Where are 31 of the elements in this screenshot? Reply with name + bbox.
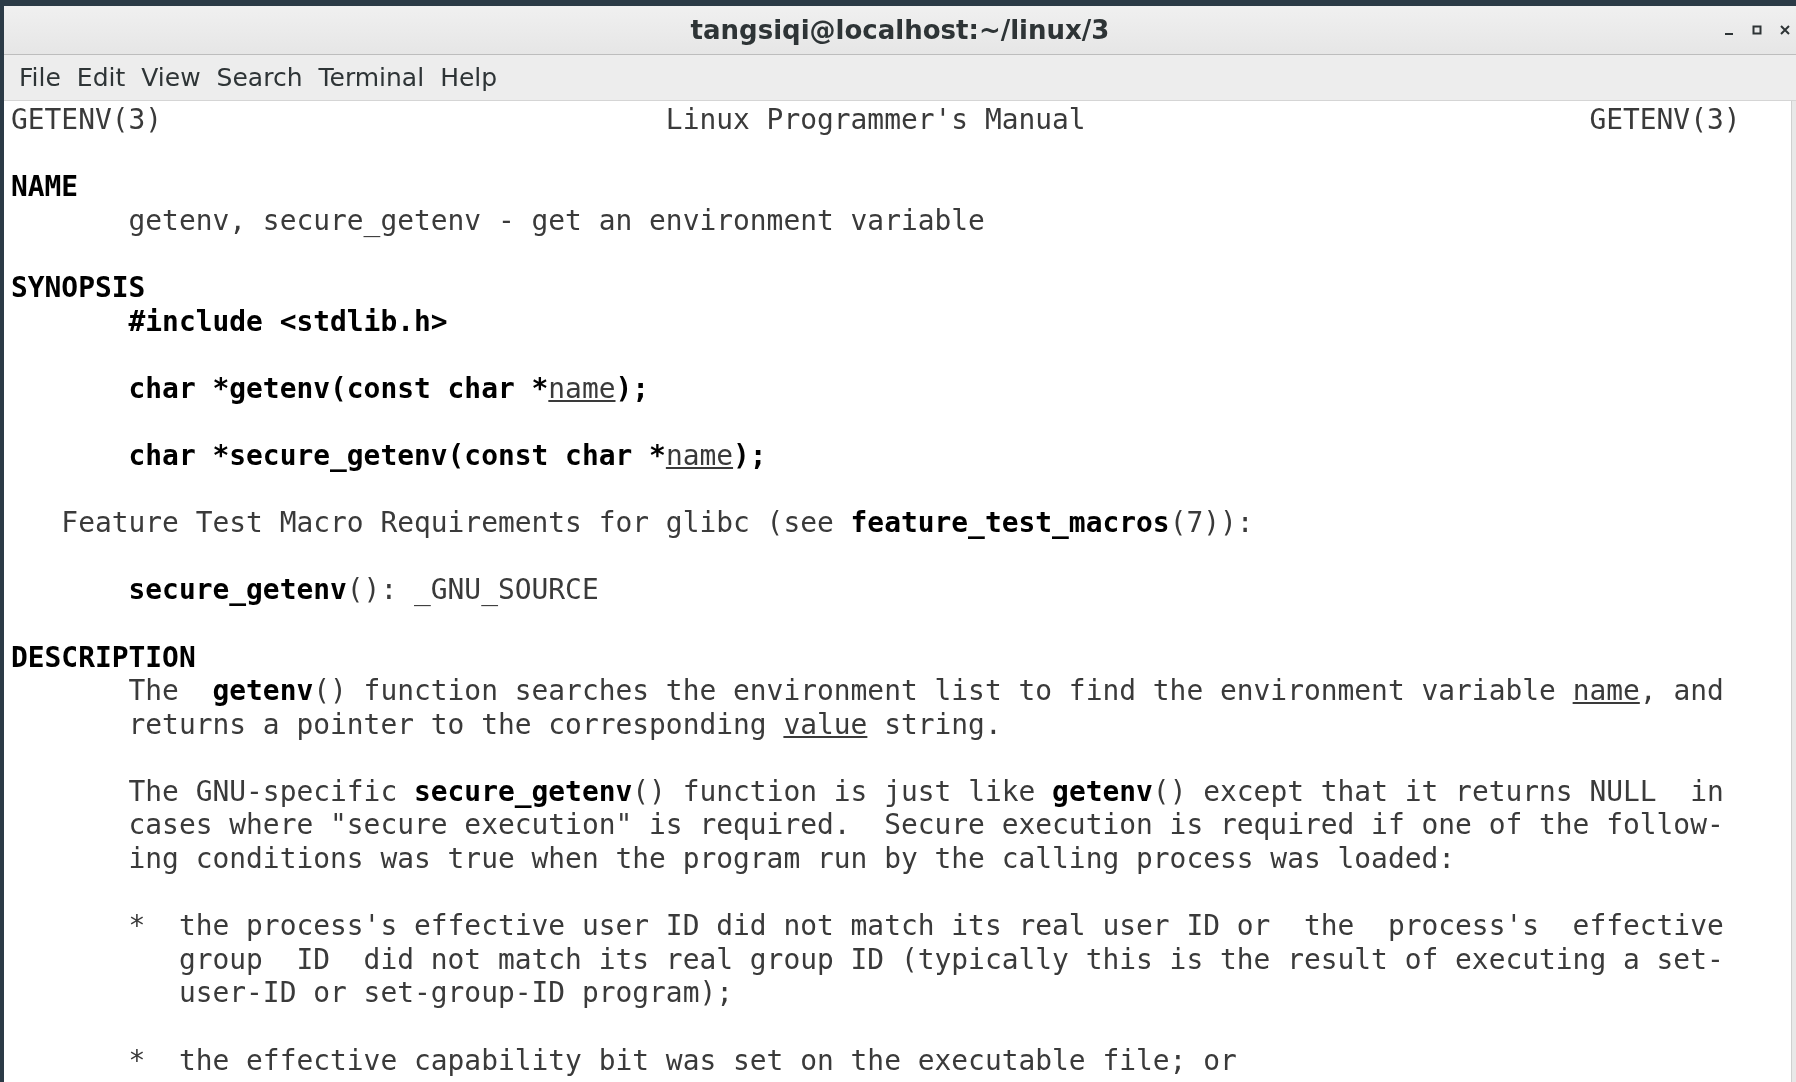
man-page-text: * the process's effective user ID did not match its real user ID or the process's effective — [128, 909, 1724, 943]
menu-item[interactable]: Terminal — [311, 59, 432, 96]
man-page-text: char *secure_getenv(const char *name); — [128, 438, 767, 472]
menu-item[interactable]: File — [12, 59, 68, 96]
man-page-text: cases where "secure execution" is required. Secure execution is required if one of the follow- — [128, 808, 1724, 842]
man-page-text: getenv, secure_getenv - get an environment variable — [128, 203, 985, 237]
man-page-text: The getenv() function searches the environment list to find the environment variable name, and — [128, 674, 1724, 708]
man-page-text: secure_getenv(): _GNU_SOURCE — [128, 573, 599, 607]
section-heading: SYNOPSIS — [11, 270, 146, 304]
close-icon[interactable] — [1780, 25, 1790, 35]
man-page-text: #include <stdlib.h> — [128, 304, 448, 338]
man-page-text: user-ID or set-group-ID program); — [178, 976, 734, 1010]
man-page-text: * the effective capability bit was set on the executable file; or — [128, 1043, 1237, 1077]
menu-item[interactable]: View — [134, 59, 208, 96]
man-page-header: GETENV(3) — [11, 103, 163, 137]
man-page-text: The GNU-specific secure_getenv() function is just like getenv() except that it returns NULL in — [128, 774, 1724, 808]
menu-item[interactable]: Help — [433, 59, 505, 96]
maximize-icon[interactable] — [1752, 25, 1762, 35]
menu-item[interactable]: Edit — [69, 59, 133, 96]
man-page-text: ing conditions was true when the program run by the calling process was loaded: — [128, 842, 1456, 876]
section-heading: NAME — [11, 170, 79, 204]
scrollbar[interactable] — [1791, 101, 1796, 1082]
man-page-text: char *getenv(const char *name); — [128, 371, 650, 405]
man-page-header: Linux Programmer's Manual — [665, 103, 1086, 137]
menu-item[interactable]: Search — [209, 59, 310, 96]
section-heading: DESCRIPTION — [11, 640, 196, 674]
man-page-text: returns a pointer to the corresponding value string. — [128, 707, 1002, 741]
man-page-header: GETENV(3) — [1589, 103, 1741, 137]
window-title: tangsiqi@localhost:~/linux/3 — [690, 15, 1110, 45]
man-page-text: group ID did not match its real group ID (typically this is the result of executing a set- — [178, 942, 1724, 976]
man-page-text: Feature Test Macro Requirements for glibc (see feature_test_macros(7)): — [61, 506, 1254, 540]
